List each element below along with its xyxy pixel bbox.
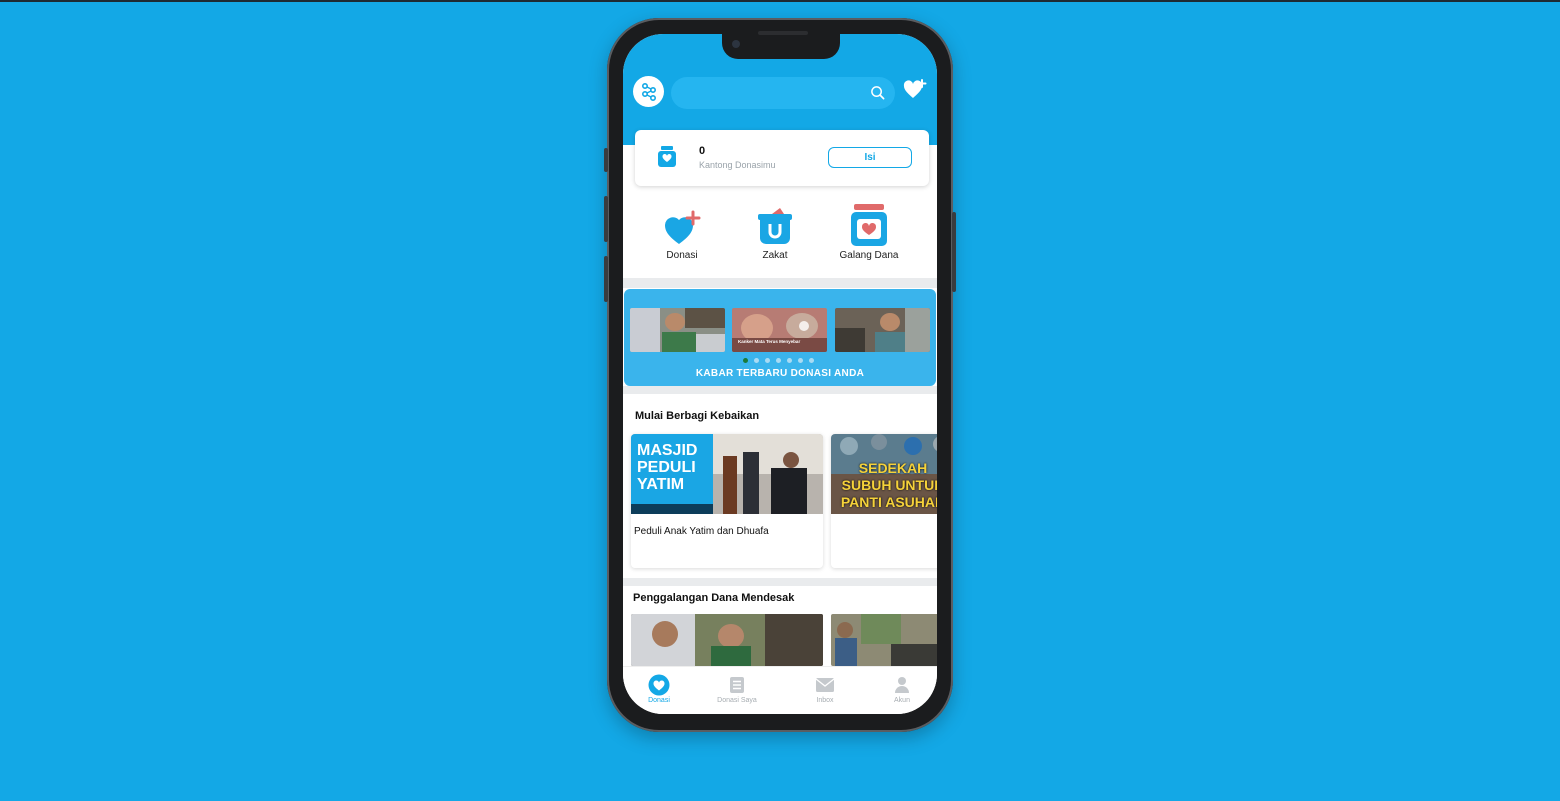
menu-galang-dana[interactable]: Galang Dana bbox=[824, 202, 914, 261]
carousel-dot[interactable] bbox=[754, 358, 759, 363]
mail-icon bbox=[815, 678, 835, 692]
news-photo bbox=[835, 308, 930, 352]
section-divider bbox=[623, 278, 937, 288]
phone-power-button bbox=[952, 212, 956, 292]
news-slide-2[interactable]: Kanker Mata Terus Menyebar bbox=[732, 308, 827, 352]
urgent-campaign-image[interactable] bbox=[831, 614, 937, 666]
menu-galang-dana-label: Galang Dana bbox=[839, 250, 899, 261]
carousel-dot[interactable] bbox=[776, 358, 781, 363]
pocket-label: Kantong Donasimu bbox=[699, 160, 776, 170]
campaign-card-image: SEDEKAH SUBUH UNTUK PANTI ASUHAN bbox=[831, 434, 937, 514]
news-title: KABAR TERBARU DONASI ANDA bbox=[695, 368, 865, 379]
logo-icon bbox=[641, 82, 656, 101]
menu-donasi[interactable]: Donasi bbox=[637, 202, 727, 261]
phone-notch bbox=[722, 31, 840, 59]
tab-akun-label: Akun bbox=[894, 697, 910, 704]
list-icon bbox=[730, 677, 744, 693]
search-icon[interactable] bbox=[870, 85, 885, 100]
campaign-card-image-text: MASJID PEDULI YATIM bbox=[637, 442, 698, 493]
campaign-card[interactable]: SEDEKAH SUBUH UNTUK PANTI ASUHAN bbox=[831, 434, 937, 568]
wishlist-heart-plus-icon[interactable] bbox=[903, 78, 927, 102]
section-mendesak-title: Penggalangan Dana Mendesak bbox=[633, 592, 795, 604]
menu-zakat-label: Zakat bbox=[762, 250, 788, 261]
news-photo bbox=[732, 308, 827, 352]
heart-icon bbox=[648, 674, 670, 696]
heart-plus-icon bbox=[665, 210, 701, 244]
donation-pocket-card: 0 Kantong Donasimu Isi bbox=[635, 130, 929, 186]
news-slide-caption: Kanker Mata Terus Menyebar bbox=[738, 339, 801, 344]
tab-inbox-label: Inbox bbox=[816, 697, 834, 704]
user-icon bbox=[895, 677, 909, 693]
carousel-dot[interactable] bbox=[787, 358, 792, 363]
search-input[interactable] bbox=[671, 77, 895, 109]
tab-donasi[interactable]: Donasi bbox=[624, 674, 694, 704]
carousel-dot[interactable] bbox=[765, 358, 770, 363]
news-photo bbox=[630, 308, 725, 352]
campaign-card[interactable]: MASJID PEDULI YATIM Peduli Anak Yatim da… bbox=[631, 434, 823, 568]
speaker bbox=[758, 31, 808, 35]
menu-donasi-label: Donasi bbox=[666, 250, 698, 261]
campaign-card-title: Peduli Anak Yatim dan Dhuafa bbox=[634, 526, 769, 537]
urgent-campaign-image[interactable] bbox=[631, 614, 823, 666]
news-slide-1[interactable] bbox=[630, 308, 725, 352]
carousel-dot[interactable] bbox=[809, 358, 814, 363]
section-kebaikan-title: Mulai Berbagi Kebaikan bbox=[635, 410, 760, 422]
zakat-box-icon bbox=[758, 208, 792, 244]
news-carousel[interactable]: Kanker Mata Terus Menyebar KABAR TERBARU… bbox=[624, 289, 936, 386]
urgent-photo bbox=[831, 614, 937, 666]
pocket-balance: 0 bbox=[699, 145, 706, 157]
phone-volume-down bbox=[604, 256, 608, 302]
carousel-indicators bbox=[743, 358, 814, 364]
section-divider bbox=[623, 578, 937, 586]
carousel-dot[interactable] bbox=[798, 358, 803, 363]
menu-zakat[interactable]: Zakat bbox=[730, 202, 820, 261]
news-slide-3[interactable] bbox=[835, 308, 930, 352]
tab-inbox[interactable]: Inbox bbox=[790, 675, 860, 704]
urgent-photo bbox=[631, 614, 823, 666]
tab-donasi-saya-label: Donasi Saya bbox=[717, 697, 757, 704]
pocket-wallet-icon bbox=[658, 146, 676, 167]
tab-akun[interactable]: Akun bbox=[867, 675, 937, 704]
tab-donasi-saya[interactable]: Donasi Saya bbox=[702, 675, 772, 704]
campaign-card-image-text: SEDEKAH SUBUH UNTUK PANTI ASUHAN bbox=[840, 460, 937, 510]
app-screen: 0 Kantong Donasimu Isi Donasi Zakat Gala… bbox=[623, 34, 937, 714]
window-top-border bbox=[0, 0, 1560, 2]
section-divider bbox=[623, 386, 937, 394]
fundraise-jar-icon bbox=[851, 204, 887, 246]
tab-donasi-label: Donasi bbox=[648, 697, 670, 704]
bottom-tab-bar: Donasi Donasi Saya Inbox Akun bbox=[623, 666, 937, 714]
app-logo[interactable] bbox=[633, 76, 664, 107]
front-camera bbox=[732, 40, 740, 48]
carousel-dot[interactable] bbox=[743, 358, 748, 363]
phone-volume-up bbox=[604, 196, 608, 242]
topup-button[interactable]: Isi bbox=[828, 147, 912, 168]
phone-mute-switch bbox=[604, 148, 608, 172]
campaign-card-image: MASJID PEDULI YATIM bbox=[631, 434, 823, 514]
